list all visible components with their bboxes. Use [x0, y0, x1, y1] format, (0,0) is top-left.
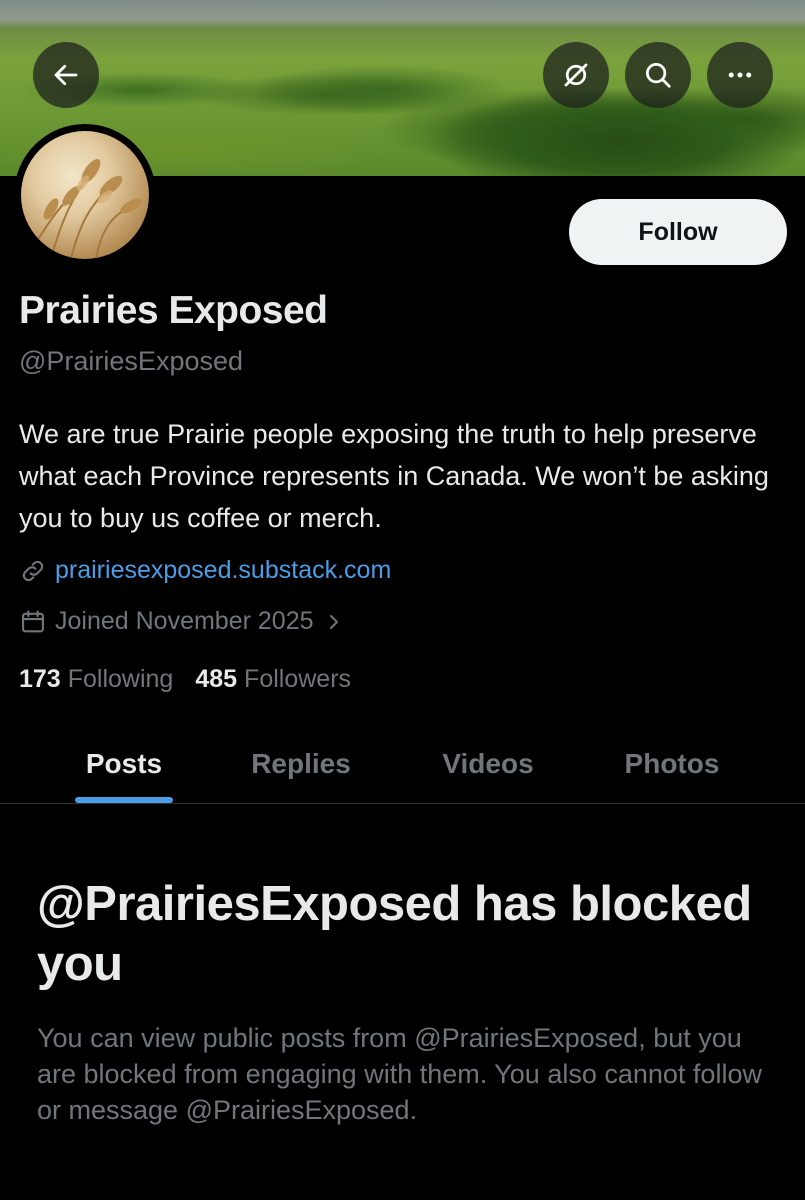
profile-link[interactable]: prairiesexposed.substack.com [55, 556, 391, 585]
profile-bio: We are true Prairie people exposing the … [19, 419, 769, 533]
calendar-icon [22, 609, 44, 632]
tab-videos[interactable]: Videos [423, 725, 553, 803]
more-dots-icon [728, 72, 752, 78]
avatar[interactable] [14, 124, 156, 266]
following-stat[interactable]: 173 Following [19, 665, 195, 694]
tab-photos[interactable]: Photos [607, 725, 737, 803]
link-icon [22, 560, 44, 581]
tab-posts[interactable]: Posts [74, 725, 174, 803]
tab-replies[interactable]: Replies [236, 725, 366, 803]
following-label: Following [67, 665, 174, 693]
more-button[interactable] [707, 42, 773, 108]
avatar-image [21, 131, 149, 259]
chevron-right-icon [329, 614, 338, 629]
blocked-title: @PrairiesExposed has blocked you [37, 877, 752, 991]
followers-stat[interactable]: 485 Followers [195, 665, 373, 694]
profile-tabs: Posts Replies Videos Photos [0, 725, 805, 804]
arrow-left-icon [54, 64, 78, 86]
active-tab-indicator [75, 797, 173, 803]
grok-button[interactable] [543, 42, 609, 108]
follow-stats: 173 Following 485 Followers [19, 665, 373, 694]
back-button[interactable] [33, 42, 99, 108]
follow-button[interactable]: Follow [569, 199, 787, 265]
joined-date: Joined November 2025 [55, 607, 314, 635]
search-button[interactable] [625, 42, 691, 108]
profile-link-row: prairiesexposed.substack.com [19, 556, 391, 585]
banner-ridge [0, 0, 805, 28]
profile-name: Prairies Exposed [19, 289, 328, 332]
blocked-description: You can view public posts from @Prairies… [37, 1023, 762, 1125]
slashed-circle-icon [564, 63, 588, 87]
followers-count: 485 [195, 665, 238, 693]
profile-handle: @PrairiesExposed [19, 346, 244, 376]
search-icon [646, 63, 671, 88]
following-count: 173 [19, 665, 61, 693]
joined-row[interactable]: Joined November 2025 [19, 607, 354, 636]
followers-label: Followers [244, 665, 352, 693]
